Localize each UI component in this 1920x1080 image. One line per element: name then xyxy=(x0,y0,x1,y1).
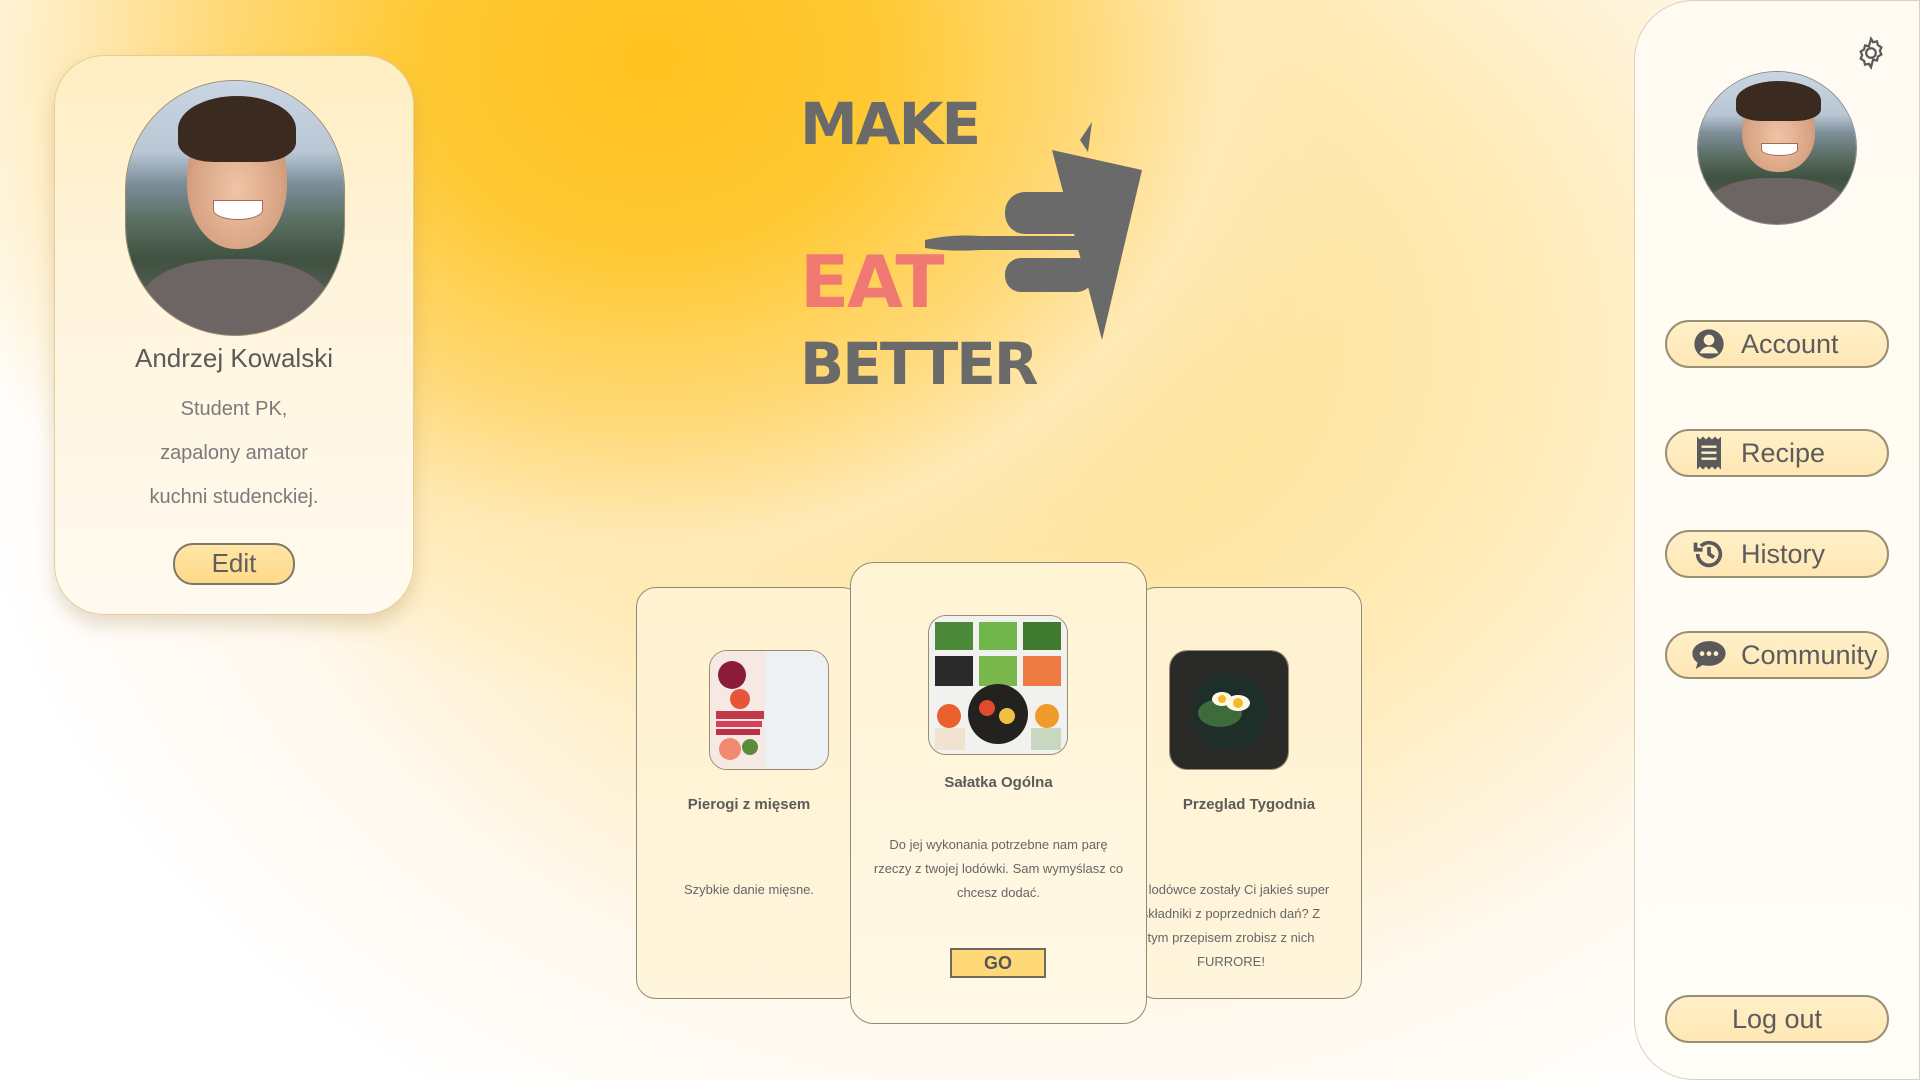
burger-kebab-icon xyxy=(925,122,1142,340)
recipe-card-featured[interactable]: Sałatka Ogólna Do jej wykonania potrzebn… xyxy=(850,562,1147,1024)
nav-history-button[interactable]: History xyxy=(1665,530,1889,578)
recipe-image xyxy=(709,650,829,770)
recipe-title: Sałatka Ogólna xyxy=(944,774,1053,791)
history-icon xyxy=(1691,536,1727,572)
recipe-image xyxy=(1169,650,1289,770)
edit-profile-button[interactable]: Edit xyxy=(173,543,295,585)
recipe-title: Pierogi z mięsem xyxy=(687,796,811,813)
recipe-description: Do jej wykonania potrzebne nam parę rzec… xyxy=(873,837,1124,900)
receipt-icon xyxy=(1691,435,1727,471)
logout-button[interactable]: Log out xyxy=(1665,995,1889,1043)
nav-community-label: Community xyxy=(1741,639,1878,670)
profile-avatar xyxy=(125,80,345,336)
user-avatar[interactable] xyxy=(1697,71,1857,225)
gear-icon[interactable] xyxy=(1853,35,1889,76)
nav-account-button[interactable]: Account xyxy=(1665,320,1889,368)
nav-recipe-button[interactable]: Recipe xyxy=(1665,429,1889,477)
profile-name: Andrzej Kowalski xyxy=(135,343,333,373)
sidebar: Account Recipe History Community Log out xyxy=(1634,0,1920,1080)
recipe-description: Szybkie danie mięsne. xyxy=(683,882,815,897)
chat-icon xyxy=(1691,637,1727,673)
nav-recipe-label: Recipe xyxy=(1741,437,1826,468)
profile-bio-line: kuchni studenckiej. xyxy=(149,486,319,508)
nav-community-button[interactable]: Community xyxy=(1665,631,1889,679)
profile-bio-line: Student PK, xyxy=(180,398,288,420)
recipe-image xyxy=(928,615,1068,755)
nav-history-label: History xyxy=(1741,538,1826,569)
recipe-title: Przeglad Tygodnia xyxy=(1182,796,1316,813)
go-button[interactable]: GO xyxy=(950,948,1046,978)
account-icon xyxy=(1691,326,1727,362)
nav-account-label: Account xyxy=(1741,328,1839,359)
recipe-description: W lodówce zostały Ci jakieś super składn… xyxy=(1136,882,1330,969)
profile-bio-line: zapalony amator xyxy=(160,442,308,464)
app-logo: MAKE EAT BETTER xyxy=(800,90,1160,410)
profile-card: Andrzej Kowalski Student PK, zapalony am… xyxy=(54,55,414,615)
recipe-card[interactable]: Pierogi z mięsem Szybkie danie mięsne. xyxy=(636,587,862,999)
recipe-card[interactable]: Przeglad Tygodnia W lodówce zostały Ci j… xyxy=(1136,587,1362,999)
